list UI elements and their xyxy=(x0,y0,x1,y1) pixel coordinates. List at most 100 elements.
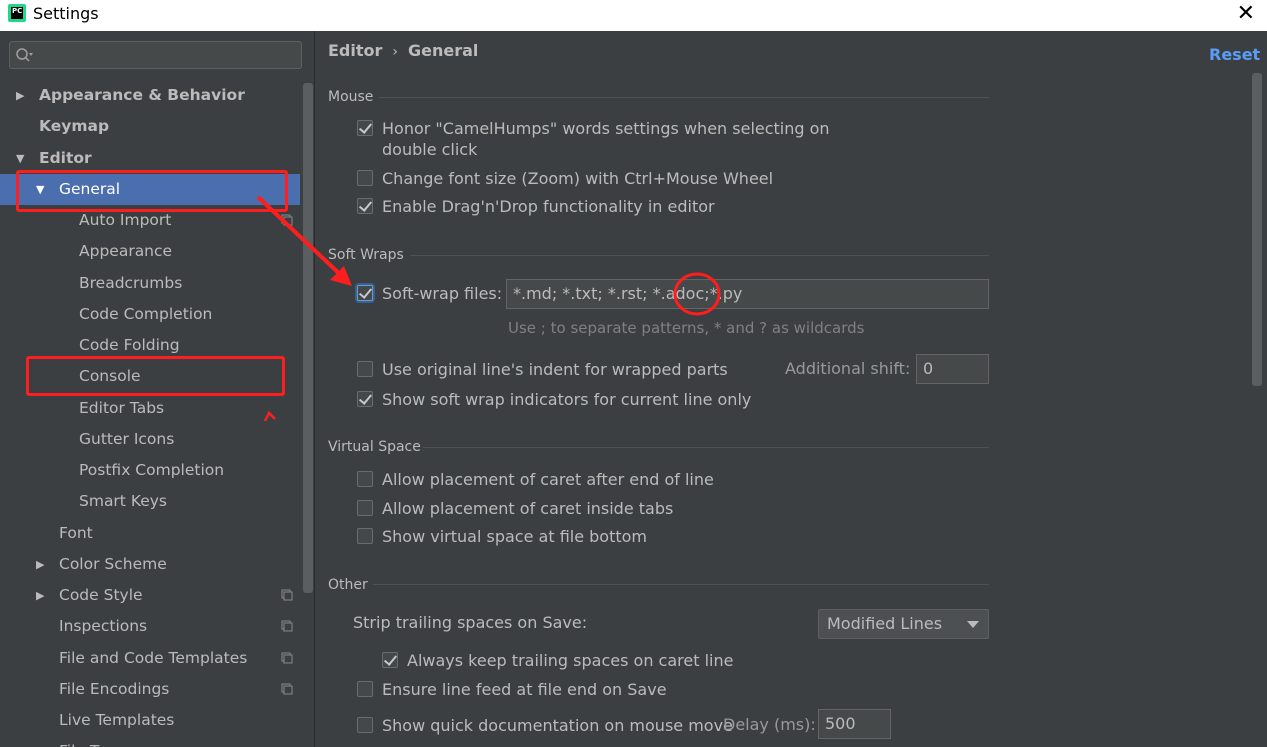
sidebar-item-font[interactable]: Font xyxy=(0,518,314,549)
option-camelhumps[interactable]: Honor "CamelHumps" words settings when s… xyxy=(357,118,957,160)
sidebar-item-appearance[interactable]: Appearance xyxy=(0,236,314,267)
sidebar-item-code-style[interactable]: ▶ Code Style xyxy=(0,580,314,611)
option-label-cont: double click xyxy=(382,140,478,159)
sidebar-item-smart-keys[interactable]: Smart Keys xyxy=(0,486,314,517)
title-bar: PC Settings ✕ xyxy=(0,0,1267,31)
sidebar-item-gutter-icons[interactable]: Gutter Icons xyxy=(0,424,314,455)
search-input[interactable] xyxy=(9,41,302,69)
checkbox-zoom-font[interactable] xyxy=(357,170,373,186)
sidebar-item-file-types[interactable]: File Types xyxy=(0,736,314,747)
dropdown-arrow-icon xyxy=(967,621,979,628)
checkbox-drag-drop[interactable] xyxy=(357,198,373,214)
option-soft-wrap-files[interactable]: Soft-wrap files: xyxy=(357,283,517,304)
sidebar-item-breadcrumbs[interactable]: Breadcrumbs xyxy=(0,268,314,299)
breadcrumb: Editor › General xyxy=(328,41,478,60)
additional-shift-label: Additional shift: xyxy=(785,359,911,378)
reset-link[interactable]: Reset xyxy=(1209,45,1260,64)
checkbox-original-indent[interactable] xyxy=(357,361,373,377)
option-quick-doc[interactable]: Show quick documentation on mouse move xyxy=(357,715,757,736)
project-scope-icon xyxy=(281,683,293,695)
sidebar-scrollbar-thumb[interactable] xyxy=(303,83,313,593)
sidebar-item-label: Smart Keys xyxy=(79,492,167,510)
option-label: Always keep trailing spaces on caret lin… xyxy=(407,651,734,670)
sidebar-item-editor-tabs[interactable]: Editor Tabs xyxy=(0,393,314,424)
checkbox-keep-trailing[interactable] xyxy=(382,652,398,668)
close-icon[interactable]: ✕ xyxy=(1237,2,1255,26)
strip-trailing-dropdown[interactable]: Modified Lines xyxy=(818,609,989,639)
sidebar-item-label: Postfix Completion xyxy=(79,461,225,479)
pycharm-app-icon: PC xyxy=(8,4,26,22)
option-original-indent[interactable]: Use original line's indent for wrapped p… xyxy=(357,359,777,380)
option-line-feed[interactable]: Ensure line feed at file end on Save xyxy=(357,679,957,700)
checkbox-virtual-space-bottom[interactable] xyxy=(357,528,373,544)
option-caret-after-eol[interactable]: Allow placement of caret after end of li… xyxy=(357,469,957,490)
sidebar-item-live-templates[interactable]: Live Templates xyxy=(0,705,314,736)
checkbox-caret-after-eol[interactable] xyxy=(357,471,373,487)
sidebar-item-label: Keymap xyxy=(39,117,110,135)
option-zoom-font[interactable]: Change font size (Zoom) with Ctrl+Mouse … xyxy=(357,168,957,189)
breadcrumb-item-general: General xyxy=(408,41,479,60)
project-scope-icon xyxy=(281,214,293,226)
sidebar-item-file-code-templates[interactable]: File and Code Templates xyxy=(0,643,314,674)
checkbox-caret-inside-tabs[interactable] xyxy=(357,500,373,516)
sidebar-item-label: Appearance & Behavior xyxy=(39,86,245,104)
expand-arrow-icon: ▶ xyxy=(36,558,45,571)
project-scope-icon xyxy=(281,652,293,664)
sidebar-item-file-encodings[interactable]: File Encodings xyxy=(0,674,314,705)
option-virtual-space-bottom[interactable]: Show virtual space at file bottom xyxy=(357,526,957,547)
soft-wrap-patterns-input[interactable]: *.md; *.txt; *.rst; *.adoc;*.py xyxy=(506,279,989,309)
checkbox-camelhumps[interactable] xyxy=(357,120,373,136)
option-label: Allow placement of caret inside tabs xyxy=(382,499,674,518)
section-divider xyxy=(410,255,989,256)
section-title-soft-wraps: Soft Wraps xyxy=(328,247,404,263)
sidebar-item-appearance-behavior[interactable]: ▶ Appearance & Behavior xyxy=(0,80,314,111)
option-label: Show soft wrap indicators for current li… xyxy=(382,390,752,409)
section-divider xyxy=(379,97,989,98)
additional-shift-input[interactable]: 0 xyxy=(916,354,989,384)
search-icon xyxy=(16,48,33,62)
project-scope-icon xyxy=(281,589,293,601)
checkbox-quick-doc[interactable] xyxy=(357,717,373,733)
option-keep-trailing[interactable]: Always keep trailing spaces on caret lin… xyxy=(382,650,902,671)
sidebar-item-label: Breadcrumbs xyxy=(79,274,183,292)
sidebar-item-inspections[interactable]: Inspections xyxy=(0,611,314,642)
sidebar-item-label: Code Completion xyxy=(79,305,213,323)
option-wrap-indicators[interactable]: Show soft wrap indicators for current li… xyxy=(357,389,957,410)
sidebar-item-label: Live Templates xyxy=(59,711,175,729)
sidebar-item-code-completion[interactable]: Code Completion xyxy=(0,299,314,330)
annotation-box-console xyxy=(26,356,285,396)
sidebar-item-color-scheme[interactable]: ▶ Color Scheme xyxy=(0,549,314,580)
option-label: Ensure line feed at file end on Save xyxy=(382,680,667,699)
section-title-virtual-space: Virtual Space xyxy=(328,439,421,455)
checkbox-wrap-indicators[interactable] xyxy=(357,391,373,407)
option-label: Enable Drag'n'Drop functionality in edit… xyxy=(382,197,715,216)
sidebar-item-label: Code Style xyxy=(59,586,143,604)
section-divider xyxy=(373,584,989,585)
option-label: Soft-wrap files: xyxy=(382,284,503,303)
annotation-box-general xyxy=(16,170,288,212)
sidebar-item-label: Gutter Icons xyxy=(79,430,175,448)
checkbox-soft-wrap-files[interactable] xyxy=(357,285,373,301)
strip-trailing-value: Modified Lines xyxy=(827,614,943,633)
breadcrumb-item-editor: Editor xyxy=(328,41,383,60)
option-label: Use original line's indent for wrapped p… xyxy=(382,360,728,379)
sidebar-item-postfix-completion[interactable]: Postfix Completion xyxy=(0,455,314,486)
content-scrollbar-thumb[interactable] xyxy=(1252,73,1262,386)
expand-arrow-icon: ▶ xyxy=(16,89,25,102)
section-title-other: Other xyxy=(328,577,368,593)
delay-label: Delay (ms): xyxy=(723,715,816,734)
option-label: Change font size (Zoom) with Ctrl+Mouse … xyxy=(382,169,774,188)
sidebar-item-label: Appearance xyxy=(79,242,173,260)
delay-input[interactable]: 500 xyxy=(818,709,891,739)
strip-trailing-label: Strip trailing spaces on Save: xyxy=(353,613,588,632)
sidebar-item-label: Font xyxy=(59,524,93,542)
sidebar-item-label: File Encodings xyxy=(59,680,170,698)
sidebar-item-label: Inspections xyxy=(59,617,148,635)
checkbox-line-feed[interactable] xyxy=(357,681,373,697)
sidebar-item-keymap[interactable]: Keymap xyxy=(0,111,314,142)
breadcrumb-separator: › xyxy=(392,44,399,60)
option-caret-inside-tabs[interactable]: Allow placement of caret inside tabs xyxy=(357,498,957,519)
option-drag-drop[interactable]: Enable Drag'n'Drop functionality in edit… xyxy=(357,196,957,217)
expand-arrow-icon: ▶ xyxy=(36,589,45,602)
sidebar-item-label: File Types xyxy=(59,736,134,747)
